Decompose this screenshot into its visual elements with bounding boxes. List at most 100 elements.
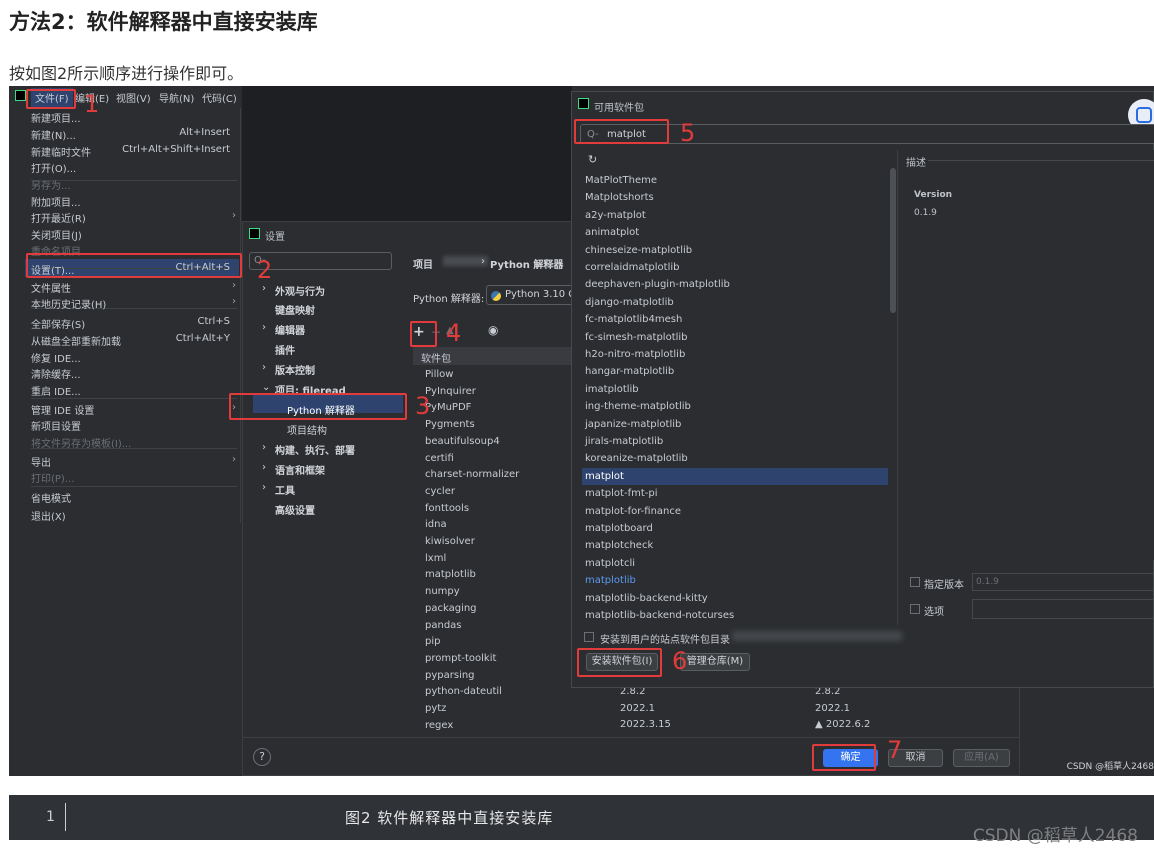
dialog-package-item[interactable]: h2o-nitro-matplotlib: [582, 346, 888, 363]
dialog-package-item[interactable]: matplotcheck: [582, 537, 888, 554]
specify-version-checkbox[interactable]: [910, 577, 920, 587]
expand-arrow-icon[interactable]: ›: [262, 283, 266, 294]
dialog-package-item[interactable]: Matplotshorts: [582, 189, 888, 206]
package-row[interactable]: pip: [425, 636, 440, 647]
file-menu-item-0[interactable]: 新建项目...: [31, 110, 81, 125]
settings-nav-item-4[interactable]: 版本控制: [275, 362, 315, 377]
dialog-package-item[interactable]: chineseize-matplotlib: [582, 242, 888, 259]
dialog-package-item[interactable]: django-matplotlib: [582, 294, 888, 311]
menu-code[interactable]: 代码(C): [202, 90, 237, 105]
file-menu-item-10[interactable]: 文件属性: [31, 280, 71, 295]
file-menu-item-17[interactable]: 管理 IDE 设置: [31, 402, 94, 417]
settings-nav-item-9[interactable]: 语言和框架: [275, 462, 325, 477]
expand-arrow-icon[interactable]: ›: [262, 482, 266, 493]
settings-nav-item-3[interactable]: 插件: [275, 342, 295, 357]
dialog-package-item[interactable]: matplot: [582, 467, 888, 485]
file-menu-item-12[interactable]: 全部保存(S): [31, 316, 85, 331]
dialog-package-item[interactable]: matplotboard: [582, 520, 888, 537]
options-input[interactable]: [972, 599, 1154, 619]
package-row[interactable]: matplotlib: [425, 569, 476, 580]
package-row[interactable]: pyparsing: [425, 670, 475, 681]
package-row[interactable]: numpy: [425, 586, 460, 597]
file-menu-item-18[interactable]: 新项目设置: [31, 418, 81, 433]
package-row[interactable]: PyMuPDF: [425, 402, 471, 413]
dialog-package-item[interactable]: matplotlib: [582, 572, 888, 589]
dialog-package-item[interactable]: koreanize-matplotlib: [582, 450, 888, 467]
settings-nav-item-2[interactable]: 编辑器: [275, 322, 305, 337]
package-row[interactable]: idna: [425, 519, 447, 530]
menu-view[interactable]: 视图(V): [116, 90, 151, 105]
eye-icon[interactable]: ◉: [488, 323, 498, 337]
file-menu-item-6[interactable]: 打开最近(R): [31, 210, 86, 225]
settings-nav-item-1[interactable]: 键盘映射: [275, 302, 315, 317]
dialog-package-item[interactable]: matplot-fmt-pi: [582, 485, 888, 502]
package-row[interactable]: python-dateutil: [425, 686, 502, 697]
package-row[interactable]: prompt-toolkit: [425, 653, 496, 664]
dialog-package-item[interactable]: animatplot: [582, 224, 888, 241]
file-menu-item-13[interactable]: 从磁盘全部重新加载: [31, 333, 121, 348]
dialog-package-item[interactable]: matplotlib-backend-kitty: [582, 590, 888, 607]
menu-nav[interactable]: 导航(N): [159, 90, 194, 105]
package-row[interactable]: cycler: [425, 486, 455, 497]
package-row[interactable]: Pillow: [425, 369, 453, 380]
file-menu-item-19[interactable]: 将文件另存为模板(I)...: [31, 435, 131, 450]
file-menu-item-16[interactable]: 重启 IDE...: [31, 383, 81, 398]
expand-arrow-icon[interactable]: ›: [262, 462, 266, 473]
interpreter-select[interactable]: Python 3.10 C: [486, 285, 576, 305]
expand-arrow-icon[interactable]: ›: [262, 442, 266, 453]
package-row[interactable]: beautifulsoup4: [425, 436, 500, 447]
user-site-checkbox[interactable]: [584, 632, 594, 642]
dialog-package-item[interactable]: MatPlotTheme: [582, 172, 888, 189]
specify-version-input[interactable]: 0.1.9: [972, 573, 1154, 591]
file-menu-item-15[interactable]: 清除缓存...: [31, 366, 81, 381]
file-menu-item-11[interactable]: 本地历史记录(H): [31, 296, 106, 311]
settings-nav-item-7[interactable]: 项目结构: [287, 422, 327, 437]
file-menu-item-23[interactable]: 退出(X): [31, 508, 66, 523]
dialog-package-item[interactable]: imatplotlib: [582, 381, 888, 398]
breadcrumb-project[interactable]: 项目: [413, 256, 433, 271]
package-row[interactable]: kiwisolver: [425, 536, 475, 547]
package-row[interactable]: fonttools: [425, 503, 469, 514]
package-row[interactable]: regex: [425, 720, 453, 731]
package-row[interactable]: certifi: [425, 453, 454, 464]
dialog-package-item[interactable]: fc-simesh-matplotlib: [582, 329, 888, 346]
file-menu-item-21[interactable]: 打印(P)...: [31, 470, 74, 485]
dialog-package-item[interactable]: jirals-matplotlib: [582, 433, 888, 450]
file-menu-item-14[interactable]: 修复 IDE...: [31, 350, 81, 365]
dialog-package-item[interactable]: deephaven-plugin-matplotlib: [582, 276, 888, 293]
settings-nav-item-0[interactable]: 外观与行为: [275, 283, 325, 298]
help-button[interactable]: ?: [253, 748, 271, 766]
package-row[interactable]: PyInquirer: [425, 386, 476, 397]
dialog-package-item[interactable]: correlaidmatplotlib: [582, 259, 888, 276]
dialog-package-item[interactable]: a2y-matplot: [582, 207, 888, 224]
options-checkbox[interactable]: [910, 604, 920, 614]
settings-nav-item-11[interactable]: 高级设置: [275, 502, 315, 517]
dialog-package-item[interactable]: fc-matplotlib4mesh: [582, 311, 888, 328]
dialog-package-item[interactable]: japanize-matplotlib: [582, 416, 888, 433]
settings-nav-item-8[interactable]: 构建、执行、部署: [275, 442, 355, 457]
dialog-package-item[interactable]: hangar-matplotlib: [582, 363, 888, 380]
package-row[interactable]: packaging: [425, 603, 477, 614]
file-menu-item-20[interactable]: 导出: [31, 454, 51, 469]
file-menu-item-3[interactable]: 打开(O)...: [31, 160, 76, 175]
apply-button[interactable]: 应用(A): [953, 749, 1010, 767]
dialog-package-item[interactable]: ing-theme-matplotlib: [582, 398, 888, 415]
expand-arrow-icon[interactable]: ›: [262, 362, 266, 373]
file-menu-item-2[interactable]: 新建临时文件: [31, 144, 91, 159]
dialog-package-item[interactable]: matplot-for-finance: [582, 503, 888, 520]
settings-nav-item-10[interactable]: 工具: [275, 482, 295, 497]
file-menu-item-4[interactable]: 另存为...: [31, 177, 71, 192]
package-row[interactable]: Pygments: [425, 419, 475, 430]
results-scrollbar[interactable]: [890, 168, 896, 313]
package-row[interactable]: pandas: [425, 620, 462, 631]
manage-repos-button[interactable]: 管理仓库(M): [680, 653, 750, 671]
dialog-package-item[interactable]: matplotlib-backend-notcurses: [582, 607, 888, 624]
package-row[interactable]: charset-normalizer: [425, 469, 519, 480]
dialog-package-item[interactable]: matplotcli: [582, 555, 888, 572]
file-menu-item-1[interactable]: 新建(N)...: [31, 127, 76, 142]
package-row[interactable]: pytz: [425, 703, 446, 714]
expand-arrow-icon[interactable]: ⌄: [262, 382, 270, 393]
expand-arrow-icon[interactable]: ›: [262, 322, 266, 333]
package-row[interactable]: lxml: [425, 553, 446, 564]
file-menu-item-7[interactable]: 关闭项目(J): [31, 227, 82, 242]
